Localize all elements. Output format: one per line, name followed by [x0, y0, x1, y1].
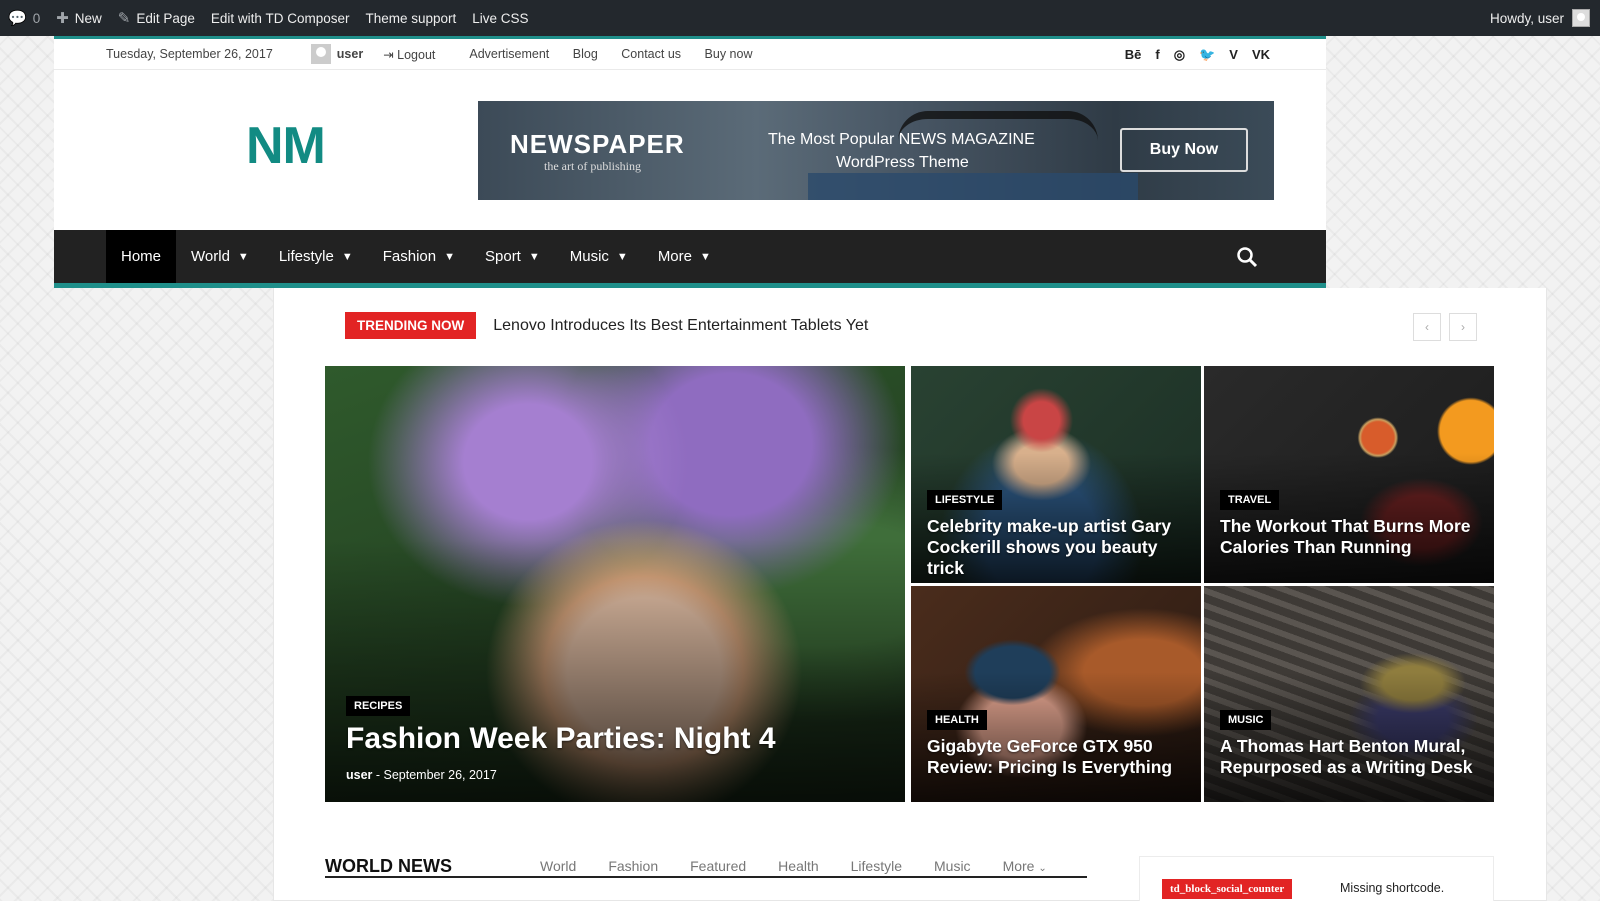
nav-sport[interactable]: Sport ▼	[470, 230, 555, 283]
category-tag[interactable]: RECIPES	[346, 696, 411, 716]
tile-meta: user - September 26, 2017	[346, 768, 497, 782]
nav-music[interactable]: Music ▼	[555, 230, 643, 283]
tab-more[interactable]: More ⌄	[1003, 858, 1047, 874]
banner-line-2: WordPress Theme	[836, 154, 969, 171]
search-icon	[1237, 246, 1258, 267]
top-menu-contact-us[interactable]: Contact us	[621, 47, 681, 61]
search-button[interactable]	[1236, 230, 1258, 283]
tile-title[interactable]: Fashion Week Parties: Night 4	[346, 721, 886, 757]
tile-date: September 26, 2017	[383, 768, 497, 782]
theme-support-button[interactable]: Theme support	[357, 0, 464, 36]
tab-lifestyle[interactable]: Lifestyle	[851, 858, 902, 874]
chevron-down-icon: ▼	[237, 250, 249, 263]
top-menu: Advertisement Blog Contact us Buy now	[469, 47, 772, 61]
banner-buy-button[interactable]: Buy Now	[1120, 128, 1248, 172]
tile-title[interactable]: A Thomas Hart Benton Mural, Repurposed a…	[1220, 736, 1485, 778]
behance-icon[interactable]: Bē	[1125, 47, 1142, 62]
chevron-down-icon: ⌄	[1038, 863, 1047, 874]
tile-title[interactable]: The Workout That Burns More Calories Tha…	[1220, 516, 1485, 558]
top-bar: Tuesday, September 26, 2017 user ⇥ Logou…	[54, 36, 1326, 70]
tab-music[interactable]: Music	[934, 858, 971, 874]
featured-tile-travel[interactable]: TRAVEL The Workout That Burns More Calor…	[1204, 366, 1494, 583]
world-news-header: WORLD NEWS World Fashion Featured Health…	[325, 848, 1087, 878]
nav-more[interactable]: More ▼	[643, 230, 726, 283]
trending-next-button[interactable]: ›	[1449, 313, 1477, 341]
category-tag[interactable]: MUSIC	[1220, 710, 1272, 730]
shortcode-message: Missing shortcode.	[1340, 881, 1445, 895]
comment-icon: 💬	[8, 10, 27, 27]
chevron-down-icon: ▼	[700, 250, 711, 263]
banner-subtitle: the art of publishing	[544, 159, 641, 173]
nav-lifestyle[interactable]: Lifestyle ▼	[264, 230, 368, 283]
tile-title[interactable]: Celebrity make-up artist Gary Cockerill …	[927, 516, 1192, 579]
avatar	[310, 44, 331, 64]
trending-bar: TRENDING NOW Lenovo Introduces Its Best …	[345, 312, 868, 339]
vimeo-icon[interactable]: V	[1229, 47, 1238, 62]
nav-home[interactable]: Home	[106, 230, 177, 283]
site-logo[interactable]: NM	[246, 116, 326, 176]
tile-shade	[325, 540, 905, 802]
avatar	[1572, 9, 1590, 27]
block-tabs: World Fashion Featured Health Lifestyle …	[540, 858, 1047, 874]
tile-title[interactable]: Gigabyte GeForce GTX 950 Review: Pricing…	[927, 736, 1192, 778]
nav-world[interactable]: World ▼	[176, 230, 264, 283]
featured-tile-music[interactable]: MUSIC A Thomas Hart Benton Mural, Repurp…	[1204, 586, 1494, 802]
shortcode-badge: td_block_social_counter	[1162, 879, 1293, 899]
current-date: Tuesday, September 26, 2017	[106, 47, 273, 61]
edit-td-composer-button[interactable]: Edit with TD Composer	[203, 0, 358, 36]
tab-fashion[interactable]: Fashion	[608, 858, 658, 874]
live-css-button[interactable]: Live CSS	[464, 0, 536, 36]
pencil-icon: ✎	[117, 10, 131, 27]
logout-icon: ⇥	[383, 47, 398, 62]
top-menu-advertisement[interactable]: Advertisement	[469, 47, 549, 61]
category-tag[interactable]: HEALTH	[927, 710, 987, 730]
twitter-icon[interactable]: 🐦	[1199, 47, 1215, 63]
top-menu-buy-now[interactable]: Buy now	[705, 47, 753, 61]
social-icons: Bē f ◎ 🐦 V VK	[1125, 39, 1270, 70]
category-tag[interactable]: TRAVEL	[1220, 490, 1280, 510]
trending-headline[interactable]: Lenovo Introduces Its Best Entertainment…	[493, 317, 868, 335]
account-menu[interactable]: Howdy, user	[1490, 0, 1590, 36]
edit-page-button[interactable]: ✎ Edit Page	[110, 0, 203, 36]
book-image	[808, 173, 1138, 200]
site-header: Tuesday, September 26, 2017 user ⇥ Logou…	[54, 36, 1326, 288]
tab-featured[interactable]: Featured	[690, 858, 746, 874]
category-tag[interactable]: LIFESTYLE	[927, 490, 1003, 510]
banner-line-1: The Most Popular NEWS MAGAZINE	[768, 131, 1035, 148]
banner-title: NEWSPAPER	[510, 129, 685, 159]
instagram-icon[interactable]: ◎	[1174, 47, 1185, 63]
logout-link[interactable]: ⇥ Logout	[383, 47, 435, 62]
tab-health[interactable]: Health	[778, 858, 818, 874]
featured-tile-health[interactable]: HEALTH Gigabyte GeForce GTX 950 Review: …	[911, 586, 1201, 802]
top-menu-blog[interactable]: Blog	[573, 47, 598, 61]
featured-tile-main[interactable]: RECIPES Fashion Week Parties: Night 4 us…	[325, 366, 905, 802]
chevron-down-icon: ▼	[444, 250, 455, 263]
plus-icon: ✚	[56, 10, 69, 27]
chevron-down-icon: ▼	[341, 250, 353, 263]
admin-bar: 💬 0 ✚ New ✎ Edit Page Edit with TD Composer…	[0, 0, 1600, 36]
comments-button[interactable]: 💬 0	[0, 0, 48, 36]
trending-badge: TRENDING NOW	[345, 312, 477, 339]
vk-icon[interactable]: VK	[1252, 47, 1270, 62]
tab-world[interactable]: World	[540, 858, 576, 874]
chevron-down-icon: ▼	[616, 250, 628, 263]
chevron-down-icon: ▼	[528, 250, 540, 263]
new-button[interactable]: ✚ New	[48, 0, 110, 36]
user-link[interactable]: user	[310, 44, 363, 64]
sidebar-widget: td_block_social_counter Missing shortcod…	[1139, 856, 1494, 901]
ad-banner[interactable]: NEWSPAPER the art of publishing The Most…	[478, 101, 1274, 200]
trending-prev-button[interactable]: ‹	[1413, 313, 1441, 341]
nav-fashion[interactable]: Fashion ▼	[368, 230, 470, 283]
main-nav: Home World ▼ Lifestyle ▼ Fashion ▼ Sport ▼ M…	[54, 230, 1326, 288]
facebook-icon[interactable]: f	[1155, 47, 1159, 62]
block-title: WORLD NEWS	[325, 856, 452, 876]
featured-tile-lifestyle[interactable]: LIFESTYLE Celebrity make-up artist Gary …	[911, 366, 1201, 583]
tile-author[interactable]: user	[346, 768, 372, 782]
